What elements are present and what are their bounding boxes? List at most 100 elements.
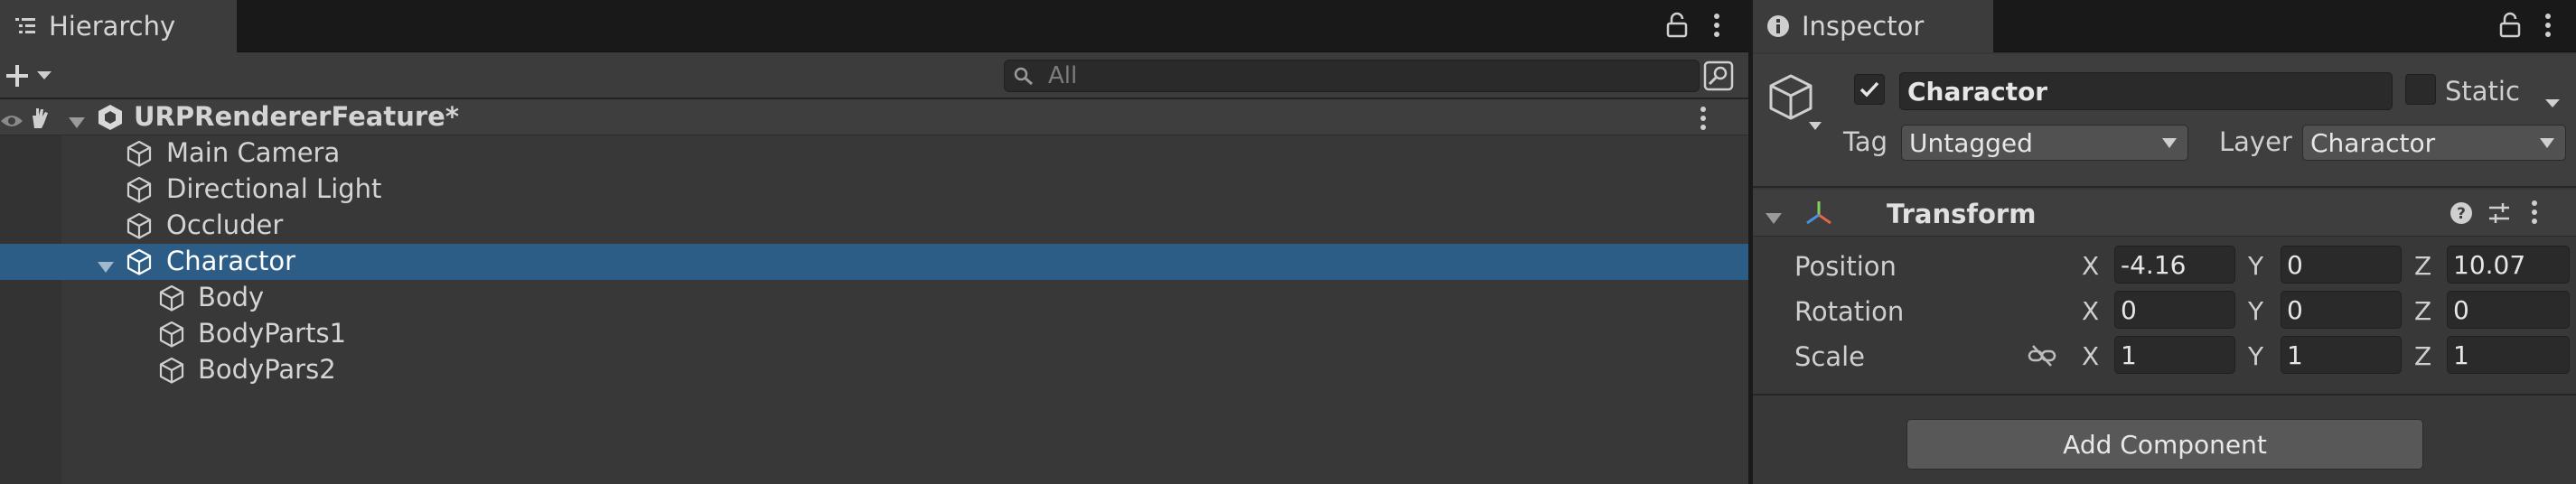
static-checkbox[interactable] <box>2405 74 2436 105</box>
eye-icon[interactable] <box>0 107 23 137</box>
constrain-proportions-icon[interactable] <box>2028 343 2056 375</box>
pick-hand-icon[interactable] <box>27 105 52 136</box>
static-dropdown-arrow-icon[interactable] <box>2544 85 2561 116</box>
unity-scene-icon <box>96 103 125 132</box>
layer-label: Layer <box>2219 126 2292 157</box>
scene-row[interactable]: URPRendererFeature* <box>0 99 1748 135</box>
tab-hierarchy[interactable]: Hierarchy <box>0 0 237 52</box>
tab-hierarchy-label: Hierarchy <box>49 11 176 42</box>
gameobject-icon <box>157 356 186 385</box>
list-item-label: Occluder <box>166 209 284 240</box>
static-label: Static <box>2445 76 2520 107</box>
plus-icon <box>6 65 28 87</box>
list-item-selected[interactable]: Charactor <box>0 244 1748 280</box>
rotation-label: Rotation <box>1794 296 1905 327</box>
hierarchy-tabbar: Hierarchy <box>0 0 1748 52</box>
list-item[interactable]: Body <box>0 280 1748 316</box>
kebab-menu-icon[interactable] <box>2532 7 2564 43</box>
gameobject-header: Charactor Static Tag Untagged Layer Char… <box>1753 54 2576 188</box>
svg-text:?: ? <box>2457 205 2466 223</box>
axis-z-label: Z <box>2414 251 2432 281</box>
axis-z-label: Z <box>2414 296 2432 326</box>
list-item[interactable]: Occluder <box>0 208 1748 244</box>
foldout-expanded-icon[interactable] <box>96 253 116 273</box>
position-y-field[interactable]: 0 <box>2281 246 2402 284</box>
scale-x-field[interactable]: 1 <box>2114 336 2235 374</box>
scene-name: URPRendererFeature* <box>134 101 459 132</box>
tag-label: Tag <box>1843 126 1888 157</box>
list-icon <box>7 8 43 44</box>
scale-y-field[interactable]: 1 <box>2281 336 2402 374</box>
list-item-label: Body <box>198 282 265 312</box>
axis-y-label: Y <box>2248 251 2264 281</box>
gameobject-icon <box>125 175 154 204</box>
tag-value: Untagged <box>1909 127 2033 158</box>
chevron-down-icon <box>2162 138 2177 148</box>
info-icon <box>1760 8 1796 44</box>
transform-body: Position X -4.16 Y 0 Z 10.07 Rotation X … <box>1753 237 2576 396</box>
layer-dropdown[interactable]: Charactor <box>2302 125 2566 161</box>
axis-y-label: Y <box>2248 341 2264 371</box>
axis-z-label: Z <box>2414 341 2432 371</box>
component-kebab-icon[interactable] <box>2530 199 2539 232</box>
rotation-x-field[interactable]: 0 <box>2114 291 2235 329</box>
create-button[interactable] <box>4 58 61 94</box>
layer-value: Charactor <box>2310 127 2436 158</box>
gameobject-icon <box>157 320 186 349</box>
transform-header[interactable]: Transform ? <box>1753 190 2576 237</box>
list-item-label: Directional Light <box>166 173 382 204</box>
scene-kebab-icon[interactable] <box>1699 105 1708 138</box>
scene-search-icon[interactable] <box>1702 60 1735 92</box>
scale-label: Scale <box>1794 341 1866 372</box>
rotation-y-field[interactable]: 0 <box>2281 291 2402 329</box>
search-placeholder: All <box>1048 62 1078 89</box>
axis-x-label: X <box>2082 296 2100 326</box>
tab-inspector[interactable]: Inspector <box>1753 0 1993 52</box>
hierarchy-toolbar: All <box>0 52 1748 99</box>
foldout-expanded-icon[interactable] <box>1764 204 1784 235</box>
position-x-field[interactable]: -4.16 <box>2114 246 2235 284</box>
help-icon[interactable]: ? <box>2449 200 2474 232</box>
gameobject-icon <box>125 247 154 276</box>
lock-icon[interactable] <box>2494 7 2526 43</box>
list-item-label: BodyParts1 <box>198 318 347 349</box>
checkmark-icon <box>1859 81 1879 98</box>
hierarchy-panel: Hierarchy All URPRendererFeature* Main C… <box>0 0 1748 484</box>
object-name-field[interactable]: Charactor <box>1899 72 2393 110</box>
kebab-menu-icon[interactable] <box>1700 7 1733 43</box>
list-item[interactable]: Main Camera <box>0 135 1748 172</box>
axis-x-label: X <box>2082 341 2100 371</box>
list-item-label: BodyPars2 <box>198 354 336 385</box>
list-item-label: Main Camera <box>166 137 341 168</box>
search-icon <box>1014 67 1033 86</box>
tag-dropdown[interactable]: Untagged <box>1901 125 2188 161</box>
scale-z-field[interactable]: 1 <box>2447 336 2570 374</box>
list-item[interactable]: BodyPars2 <box>0 352 1748 388</box>
list-item[interactable]: Directional Light <box>0 172 1748 208</box>
gameobject-large-icon[interactable] <box>1766 72 1823 144</box>
active-checkbox[interactable] <box>1854 74 1885 105</box>
rotation-z-field[interactable]: 0 <box>2447 291 2570 329</box>
list-item-label: Charactor <box>166 246 296 276</box>
component-name: Transform <box>1887 199 2037 229</box>
position-z-field[interactable]: 10.07 <box>2447 246 2570 284</box>
axis-y-label: Y <box>2248 296 2264 326</box>
inspector-panel: Inspector Charactor Static Tag Untagged <box>1753 0 2576 484</box>
gameobject-icon <box>157 284 186 312</box>
search-field[interactable]: All <box>1004 60 1700 92</box>
axis-x-label: X <box>2082 251 2100 281</box>
gameobject-icon <box>125 139 154 168</box>
tab-inspector-label: Inspector <box>1802 11 1925 42</box>
gameobject-icon <box>125 211 154 240</box>
position-label: Position <box>1794 251 1897 282</box>
hierarchy-tree: URPRendererFeature* Main Camera Directio… <box>0 99 1748 484</box>
chevron-down-icon <box>37 71 52 79</box>
lock-icon[interactable] <box>1661 7 1693 43</box>
scene-foldout-icon[interactable] <box>67 108 87 128</box>
inspector-tabbar: Inspector <box>1753 0 2576 52</box>
list-item[interactable]: BodyParts1 <box>0 316 1748 352</box>
preset-sliders-icon[interactable] <box>2487 200 2512 232</box>
add-component-button[interactable]: Add Component <box>1906 419 2423 470</box>
chevron-down-icon <box>2540 138 2554 148</box>
transform-icon <box>1803 199 1834 236</box>
